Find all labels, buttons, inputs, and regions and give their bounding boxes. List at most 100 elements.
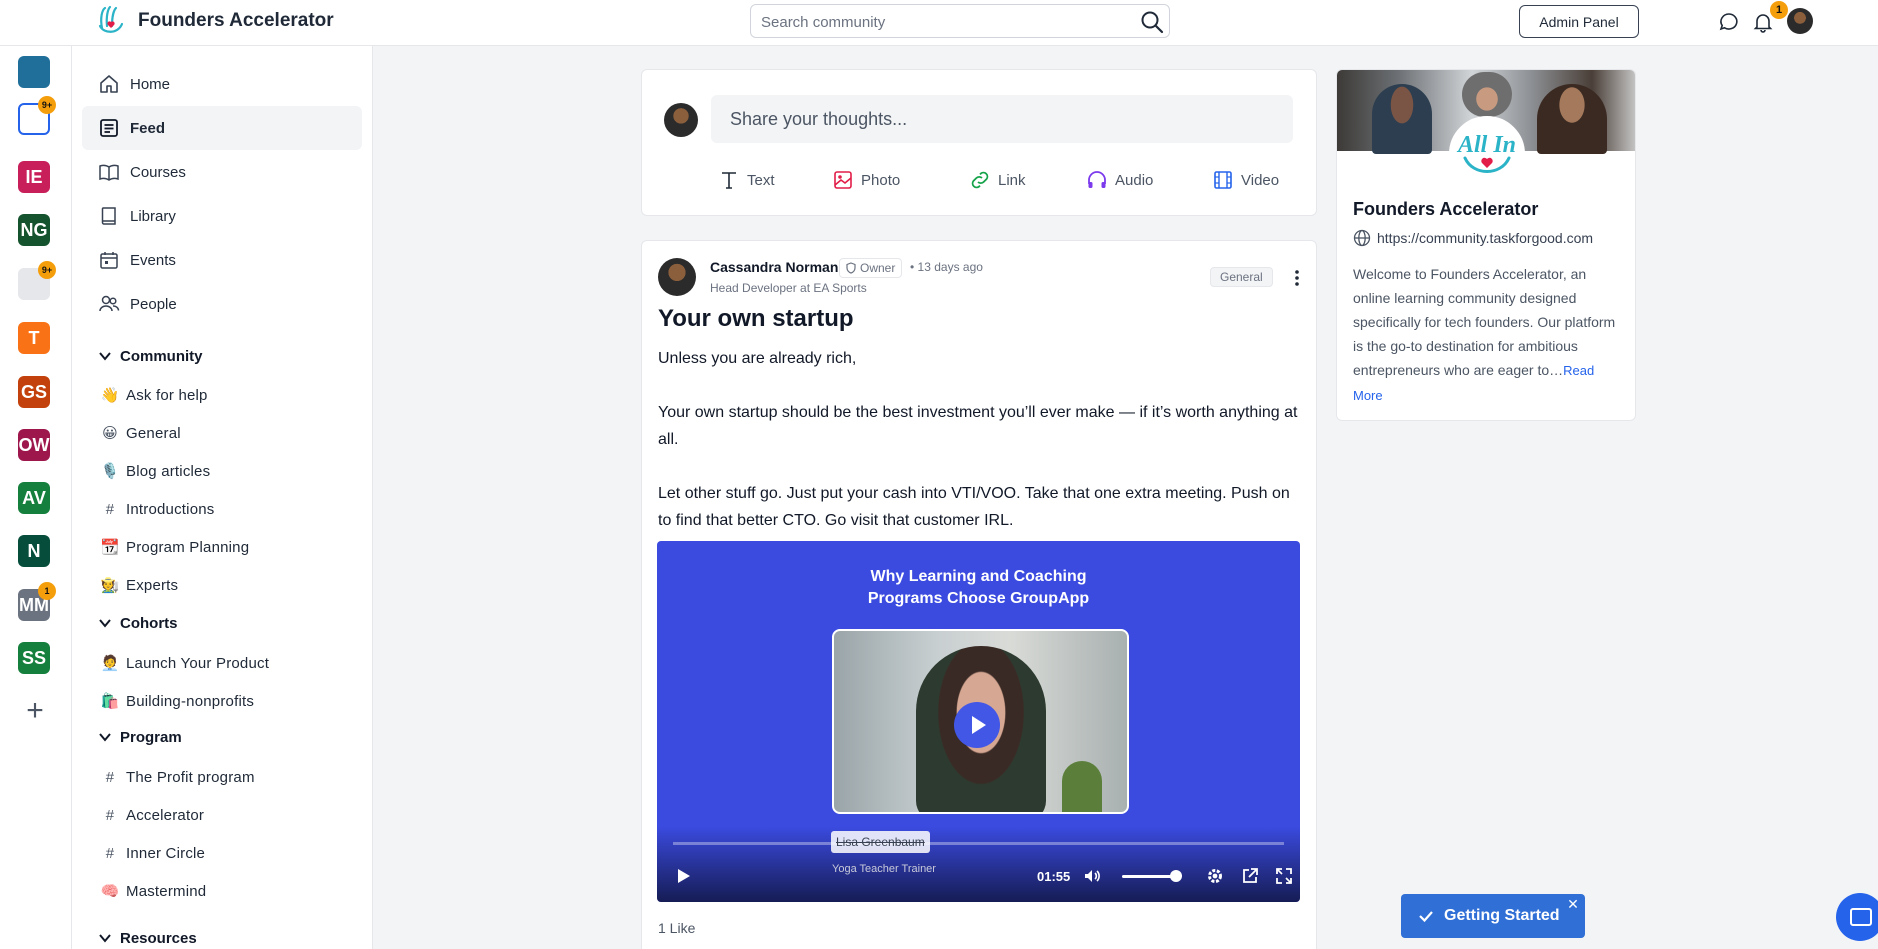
community-switcher-item[interactable]: IE [18,161,50,193]
channel-item[interactable]: # Introductions [100,496,215,522]
nav-home[interactable]: Home [82,62,362,106]
community-switcher-initials: T [28,327,40,348]
community-switcher-item[interactable]: T [18,322,50,354]
community-switcher-item[interactable] [18,56,50,88]
channel-item[interactable]: 😀 General [100,420,181,446]
search-icon[interactable] [1139,9,1165,35]
brand[interactable]: Founders Accelerator [94,4,334,38]
nav-home-label: Home [130,75,171,93]
hashtag-icon: # [105,844,115,862]
owner-badge-label: Owner [860,261,896,275]
section-program[interactable]: Program [98,725,182,749]
user-avatar[interactable] [1787,8,1813,34]
chat-icon[interactable] [1717,10,1741,34]
nav-courses[interactable]: Courses [82,150,362,194]
volume-knob[interactable] [1170,870,1182,882]
settings-gear-icon[interactable] [1205,866,1225,886]
getting-started-label: Getting Started [1444,907,1560,924]
channel-item[interactable]: 🧠 Mastermind [100,878,207,904]
compose-audio-label: Audio [1115,171,1154,189]
channel-item[interactable]: 📆 Program Planning [100,534,250,560]
channel-label: Mastermind [126,882,207,900]
channel-item[interactable]: 🧑‍🌾 Experts [100,572,179,598]
community-switcher-item[interactable]: NG [18,214,50,246]
nav-people[interactable]: People [82,282,362,326]
owner-badge: Owner [839,258,903,278]
channel-item[interactable]: 🧑‍💼 Launch Your Product [100,650,269,676]
feed-post: Cassandra Norman Owner • 13 days ago Hea… [641,240,1317,949]
post-category-tag[interactable]: General [1210,267,1273,287]
author-avatar[interactable] [658,258,696,296]
compose-link-label: Link [998,171,1026,189]
post-like-count[interactable]: 1 Like [658,920,695,936]
admin-panel-button[interactable]: Admin Panel [1519,5,1639,38]
shield-icon [846,262,856,274]
channel-item[interactable]: 🎙️ Blog articles [100,458,211,484]
channel-label: Experts [126,576,179,594]
more-vertical-icon[interactable] [1292,269,1302,287]
video-progress-bar[interactable] [673,842,1284,845]
home-icon [100,75,118,93]
share-thoughts-input[interactable]: Share your thoughts... [711,95,1293,143]
channel-emoji-icon: 🧠 [100,883,120,900]
channel-item[interactable]: 🛍️ Building-nonprofits [100,688,254,714]
people-icon [99,295,120,312]
nav-events[interactable]: Events [82,238,362,282]
video-player[interactable]: Why Learning and Coaching Programs Choos… [657,541,1300,902]
hashtag-icon: # [105,500,115,518]
channel-item[interactable]: # Accelerator [100,802,204,828]
channel-item[interactable]: # The Profit program [100,764,255,790]
section-cohorts[interactable]: Cohorts [98,611,178,635]
external-link-icon[interactable] [1240,866,1260,886]
fullscreen-icon[interactable] [1274,866,1294,886]
getting-started-button[interactable]: Getting Started [1401,894,1585,938]
channel-label: Launch Your Product [126,654,270,672]
community-switcher-item[interactable]: N [18,535,50,567]
nav-events-label: Events [130,251,176,269]
post-paragraph: Unless you are already rich, [658,350,857,367]
section-resources[interactable]: Resources [98,926,197,949]
community-url[interactable]: https://community.taskforgood.com [1353,229,1593,247]
nav-feed-label: Feed [130,119,166,137]
community-switcher-item[interactable]: OW [18,429,50,461]
play-overlay-button[interactable] [954,702,1000,748]
community-name: Founders Accelerator [1353,199,1539,219]
chevron-down-icon [99,934,111,943]
community-url-text[interactable]: https://community.taskforgood.com [1377,230,1593,246]
nav-library[interactable]: Library [82,194,362,238]
close-icon[interactable]: ✕ [1566,897,1580,911]
compose-photo-label: Photo [861,171,901,189]
link-icon [971,171,989,189]
nav-people-label: People [130,295,177,313]
channel-label: Program Planning [126,538,250,556]
channel-item[interactable]: 👋 Ask for help [100,382,208,408]
post-composer: Share your thoughts... Text Photo Link A… [641,69,1317,216]
volume-icon[interactable] [1082,866,1102,886]
play-icon[interactable] [673,866,693,886]
support-chat-icon[interactable] [1836,893,1878,941]
search-input[interactable] [761,11,1121,33]
community-switcher-item[interactable]: AV [18,482,50,514]
nav-feed[interactable]: Feed [82,106,362,150]
community-logo-icon: All In [1456,132,1516,173]
compose-video-button[interactable]: Video [1212,168,1279,192]
banner-person [1372,84,1432,154]
chevron-down-icon [99,352,111,361]
community-switcher-item[interactable]: SS [18,642,50,674]
compose-photo-button[interactable]: Photo [832,168,900,192]
channel-item[interactable]: # Inner Circle [100,840,205,866]
channel-emoji-icon: 🧑‍💼 [100,655,120,672]
globe-icon [1353,229,1371,247]
section-community[interactable]: Community [98,344,203,368]
community-switcher-item[interactable]: GS [18,376,50,408]
compose-link-button[interactable]: Link [969,168,1026,192]
community-logo: All In [1449,116,1525,192]
add-community-icon[interactable]: + [20,696,50,727]
compose-audio-button[interactable]: Audio [1086,168,1153,192]
video-title-line: Programs Choose GroupApp [867,590,1090,607]
community-switcher-initials: AV [22,487,46,508]
section-program-title: Program [120,728,182,746]
author-name[interactable]: Cassandra Norman [710,259,838,275]
compose-text-button[interactable]: Text [718,168,775,192]
search-box[interactable] [750,4,1170,38]
